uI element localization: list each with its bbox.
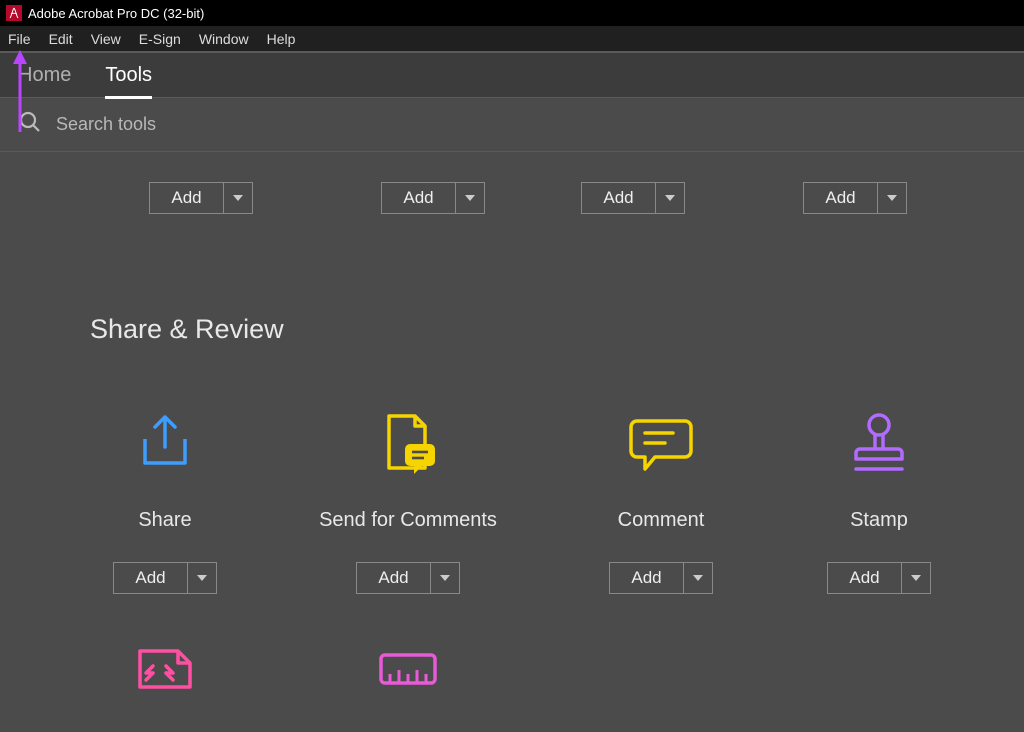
tab-tools[interactable]: Tools xyxy=(105,64,152,87)
tools-content: Add Add Add Add Share & Review xyxy=(0,152,1024,732)
add-button-group: Add xyxy=(827,562,931,594)
tool-measure[interactable] xyxy=(298,644,518,694)
tool-stamp[interactable]: Stamp Add xyxy=(804,407,954,594)
tool-send-for-comments[interactable]: Send for Comments Add xyxy=(298,407,518,594)
add-dropdown[interactable] xyxy=(187,562,217,594)
tool-label: Send for Comments xyxy=(319,509,497,532)
tool-fill-sign: Add xyxy=(348,152,518,214)
add-button-group: Add xyxy=(381,182,485,214)
menu-view[interactable]: View xyxy=(91,31,121,47)
tool-label: Comment xyxy=(618,509,705,532)
titlebar: Adobe Acrobat Pro DC (32-bit) xyxy=(0,0,1024,26)
tool-comment[interactable]: Comment Add xyxy=(576,407,746,594)
nav-tabs: Home Tools xyxy=(0,52,1024,98)
add-button[interactable]: Add xyxy=(803,182,877,214)
add-button[interactable]: Add xyxy=(581,182,655,214)
menu-esign[interactable]: E-Sign xyxy=(139,31,181,47)
menu-window[interactable]: Window xyxy=(199,31,249,47)
section-title-share-review: Share & Review xyxy=(90,314,1024,345)
share-icon xyxy=(135,407,195,479)
stamp-icon xyxy=(850,407,908,479)
share-review-grid: Share Add Send for Comments Add xyxy=(0,407,1024,594)
tool-label: Stamp xyxy=(850,509,908,532)
add-dropdown[interactable] xyxy=(455,182,485,214)
tab-home[interactable]: Home xyxy=(18,64,71,87)
document-chat-icon xyxy=(375,407,441,479)
add-button-group: Add xyxy=(803,182,907,214)
ruler-icon xyxy=(378,644,438,694)
add-button-group: Add xyxy=(581,182,685,214)
add-dropdown[interactable] xyxy=(901,562,931,594)
search-input[interactable] xyxy=(56,114,556,135)
add-button[interactable]: Add xyxy=(149,182,223,214)
tool-compare-files[interactable] xyxy=(90,644,240,694)
tool-prepare-form: Add xyxy=(548,152,718,214)
share-review-row2 xyxy=(0,644,1024,694)
tool-share[interactable]: Share Add xyxy=(90,407,240,594)
search-icon xyxy=(18,110,42,139)
add-dropdown[interactable] xyxy=(683,562,713,594)
menubar: File Edit View E-Sign Window Help xyxy=(0,26,1024,52)
compare-files-icon xyxy=(134,644,196,694)
app-title: Adobe Acrobat Pro DC (32-bit) xyxy=(28,6,204,21)
add-dropdown[interactable] xyxy=(223,182,253,214)
add-dropdown[interactable] xyxy=(430,562,460,594)
tool-request-esignatures: Add xyxy=(116,152,286,214)
add-button-group: Add xyxy=(356,562,460,594)
add-button[interactable]: Add xyxy=(609,562,683,594)
add-button[interactable]: Add xyxy=(381,182,455,214)
add-button-group: Add xyxy=(149,182,253,214)
search-bar xyxy=(0,98,1024,152)
add-button-group: Add xyxy=(609,562,713,594)
prev-category-row: Add Add Add Add xyxy=(0,152,1024,214)
speech-bubble-icon xyxy=(629,407,693,479)
menu-help[interactable]: Help xyxy=(267,31,296,47)
add-button[interactable]: Add xyxy=(113,562,187,594)
add-dropdown[interactable] xyxy=(655,182,685,214)
menu-edit[interactable]: Edit xyxy=(49,31,73,47)
tool-label: Share xyxy=(138,509,191,532)
add-button[interactable]: Add xyxy=(356,562,430,594)
menu-file[interactable]: File xyxy=(8,31,31,47)
acrobat-app-icon xyxy=(6,5,22,21)
add-button[interactable]: Add xyxy=(827,562,901,594)
tool-certificates: Add xyxy=(770,152,940,214)
add-button-group: Add xyxy=(113,562,217,594)
add-dropdown[interactable] xyxy=(877,182,907,214)
